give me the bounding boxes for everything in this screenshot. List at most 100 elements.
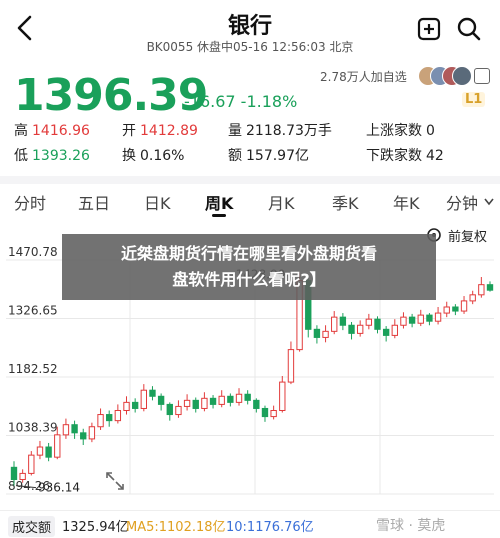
stat-volume: 量 2118.73万手 — [228, 123, 332, 139]
candle-body — [209, 397, 217, 405]
candle-body — [192, 399, 199, 409]
y-tick-label: 1470.78 — [8, 245, 58, 259]
candle-body — [382, 328, 390, 336]
candle-body — [486, 284, 494, 291]
candle-body — [417, 314, 424, 324]
candle-body — [253, 399, 260, 409]
plus-square-icon[interactable] — [416, 16, 442, 42]
candle-body — [88, 426, 96, 440]
candle-body — [426, 314, 433, 322]
candle-body — [322, 330, 329, 338]
expand-icon[interactable] — [104, 470, 126, 492]
candle-body — [400, 316, 407, 326]
candle-body — [45, 446, 52, 458]
candle-body — [235, 393, 243, 403]
candle-body — [443, 306, 450, 314]
volume-total: 1325.94亿 — [62, 520, 129, 535]
stat-amount: 额 157.97亿 — [228, 148, 309, 164]
tab-fenshi[interactable]: 分时 — [14, 190, 46, 214]
candle-body — [374, 318, 381, 330]
adjust-mode-button[interactable]: 前复权 — [448, 226, 487, 245]
tab-wuri[interactable]: 五日 — [78, 190, 110, 214]
candle-body — [157, 395, 165, 405]
price-change: -16.67 -1.18% — [184, 92, 298, 111]
chevron-down-icon[interactable] — [484, 198, 494, 206]
candle-body — [19, 472, 26, 480]
candle-body — [28, 454, 35, 474]
level-badge[interactable]: L1 — [462, 92, 486, 107]
candle-body — [365, 318, 373, 326]
candle-body — [339, 316, 347, 326]
candle-body — [62, 424, 70, 436]
y-tick-label: 1038.39 — [8, 421, 58, 435]
current-price: 1396.39 — [14, 70, 208, 121]
active-tab-indicator — [212, 214, 226, 217]
candle-body — [201, 397, 208, 409]
volume-ma5: MA5:1102.18亿 — [126, 520, 226, 535]
candle-body — [149, 389, 156, 397]
tab-rik[interactable]: 日K — [144, 190, 171, 214]
candle-body — [218, 395, 225, 405]
candle-body — [131, 401, 139, 409]
candle-body — [478, 284, 485, 296]
candle-body — [261, 407, 269, 418]
y-tick-label: 1326.65 — [8, 304, 58, 318]
low-marker-label: 936.14 — [38, 481, 80, 495]
period-tabs: 分时 五日 日K 周K 月K 季K 年K 分钟 — [0, 184, 500, 224]
watermark: 雪球 · 莫虎 — [376, 518, 446, 534]
candle-body — [183, 399, 191, 407]
candle-body — [80, 432, 87, 440]
search-icon[interactable] — [456, 16, 482, 42]
stat-open: 开 1412.89 — [122, 123, 198, 139]
tab-fenzhong[interactable]: 分钟 — [446, 190, 478, 214]
tab-yuek[interactable]: 月K — [268, 190, 295, 214]
volume-type-button[interactable]: 成交额 — [8, 516, 56, 537]
candle-body — [10, 466, 18, 480]
candle-body — [166, 403, 173, 416]
candle-body — [460, 300, 468, 312]
stat-turnover: 换 0.16% — [122, 148, 185, 164]
stat-up-count: 上涨家数 0 — [366, 123, 435, 139]
avatar — [452, 66, 472, 86]
candle-body — [313, 328, 321, 338]
article-title-overlay[interactable]: 近桀盘期货行情在哪里看外盘期货看 盘软件用什么看呢?】 — [62, 234, 436, 300]
stat-down-count: 下跌家数 42 — [366, 148, 444, 164]
tab-zhouk[interactable]: 周K — [205, 190, 233, 214]
candle-body — [287, 349, 295, 383]
volume-indicator-bar: 成交额 1325.94亿 MA5:1102.18亿 10:1176.76亿 雪球… — [0, 510, 500, 538]
stat-low: 低 1393.26 — [14, 148, 90, 164]
overlay-line-2: 盘软件用什么看呢?】 — [172, 270, 326, 289]
candle-body — [391, 324, 398, 336]
y-tick-label: 1182.52 — [8, 362, 58, 376]
candle-body — [244, 393, 251, 401]
candle-body — [114, 409, 122, 422]
more-followers-icon[interactable] — [474, 68, 490, 84]
candle-body — [97, 414, 104, 428]
section-divider — [0, 176, 500, 184]
volume-ma10: 10:1176.76亿 — [226, 520, 314, 535]
candle-body — [227, 395, 234, 403]
follower-avatars[interactable] — [418, 66, 472, 86]
candle-body — [106, 414, 113, 422]
candle-body — [331, 316, 338, 332]
candle-body — [123, 401, 130, 411]
candle-body — [434, 312, 442, 322]
candle-body — [71, 424, 78, 434]
followers-count[interactable]: 2.78万人加自选 — [320, 68, 407, 85]
candle-body — [140, 389, 148, 409]
tab-niank[interactable]: 年K — [393, 190, 420, 214]
header-bar: 银行 BK0055 休盘中05-16 12:56:03 北京 — [0, 0, 500, 62]
candle-body — [54, 434, 61, 458]
candle-body — [348, 324, 355, 334]
stat-high: 高 1416.96 — [14, 123, 90, 139]
candle-body — [469, 294, 476, 302]
quote-panel: 1396.39 -16.67 -1.18% 2.78万人加自选 L1 高 1416… — [0, 62, 500, 174]
candle-body — [36, 446, 44, 456]
candle-body — [175, 405, 182, 416]
tab-jik[interactable]: 季K — [332, 190, 359, 214]
candle-body — [356, 324, 364, 334]
candle-body — [408, 316, 416, 324]
candle-body — [270, 409, 277, 418]
candle-body — [279, 381, 286, 411]
overlay-line-1: 近桀盘期货行情在哪里看外盘期货看 — [120, 244, 377, 263]
